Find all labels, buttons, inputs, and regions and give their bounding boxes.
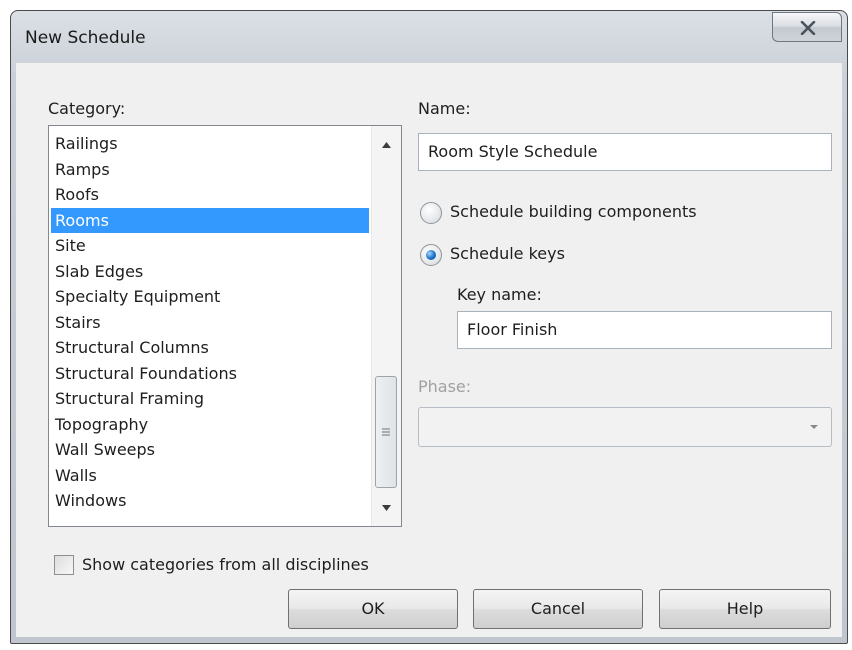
dialog-title: New Schedule — [25, 28, 146, 48]
scroll-down-arrow-icon — [382, 505, 391, 511]
help-button[interactable]: Help — [659, 589, 831, 629]
title-bar[interactable]: New Schedule — [11, 11, 847, 63]
category-list-item[interactable]: Structural Columns — [51, 335, 369, 361]
schedule-keys-label[interactable]: Schedule keys — [450, 244, 565, 263]
schedule-building-components-label[interactable]: Schedule building components — [450, 202, 697, 221]
category-list-item[interactable]: Structural Framing — [51, 386, 369, 412]
category-list-scrollbar[interactable] — [371, 126, 401, 526]
show-all-disciplines-label[interactable]: Show categories from all disciplines — [82, 555, 369, 574]
scroll-up-button[interactable] — [372, 126, 401, 160]
category-label: Category: — [48, 99, 126, 118]
name-label: Name: — [418, 99, 471, 118]
category-list-item[interactable]: Site — [51, 233, 369, 259]
cancel-button[interactable]: Cancel — [473, 589, 643, 629]
name-input[interactable]: Room Style Schedule — [418, 133, 832, 171]
category-list[interactable]: Railings Ramps Roofs Rooms Site Slab Edges Spe… — [48, 125, 402, 527]
radio-selected-dot — [426, 250, 436, 260]
scroll-thumb[interactable] — [375, 376, 397, 488]
phase-select[interactable] — [418, 407, 832, 447]
close-icon — [800, 21, 816, 35]
scroll-up-arrow-icon — [382, 142, 391, 148]
category-list-item[interactable]: Rooms — [51, 207, 369, 233]
schedule-keys-radio[interactable] — [420, 244, 442, 266]
category-list-item[interactable]: Railings — [51, 131, 369, 157]
phase-label: Phase: — [418, 377, 472, 396]
category-list-item[interactable]: Wall Sweeps — [51, 437, 369, 463]
category-list-item[interactable]: Structural Foundations — [51, 361, 369, 387]
category-list-item[interactable]: Ramps — [51, 157, 369, 183]
scroll-grip-icon — [382, 428, 390, 436]
chevron-down-icon — [810, 425, 818, 429]
category-list-item[interactable]: Walls — [51, 463, 369, 489]
category-list-item[interactable]: Slab Edges — [51, 259, 369, 285]
dialog-body: Category: Railings Ramps Roofs Rooms Site Sla… — [16, 63, 842, 637]
category-list-item[interactable]: Stairs — [51, 310, 369, 336]
category-list-item[interactable]: Specialty Equipment — [51, 284, 369, 310]
ok-button[interactable]: OK — [288, 589, 458, 629]
schedule-building-components-radio[interactable] — [420, 202, 442, 224]
key-name-label: Key name: — [457, 285, 542, 304]
key-name-input[interactable]: Floor Finish — [457, 311, 832, 349]
category-list-item[interactable]: Roofs — [51, 182, 369, 208]
category-list-items: Railings Ramps Roofs Rooms Site Slab Edges Spe… — [51, 131, 369, 514]
category-list-item[interactable]: Windows — [51, 488, 369, 514]
category-list-item[interactable]: Topography — [51, 412, 369, 438]
close-button[interactable] — [772, 12, 842, 42]
show-all-disciplines-checkbox[interactable] — [54, 555, 74, 575]
new-schedule-dialog: New Schedule Category: Railings Ramps Roof… — [10, 10, 848, 644]
scroll-down-button[interactable] — [372, 492, 401, 526]
